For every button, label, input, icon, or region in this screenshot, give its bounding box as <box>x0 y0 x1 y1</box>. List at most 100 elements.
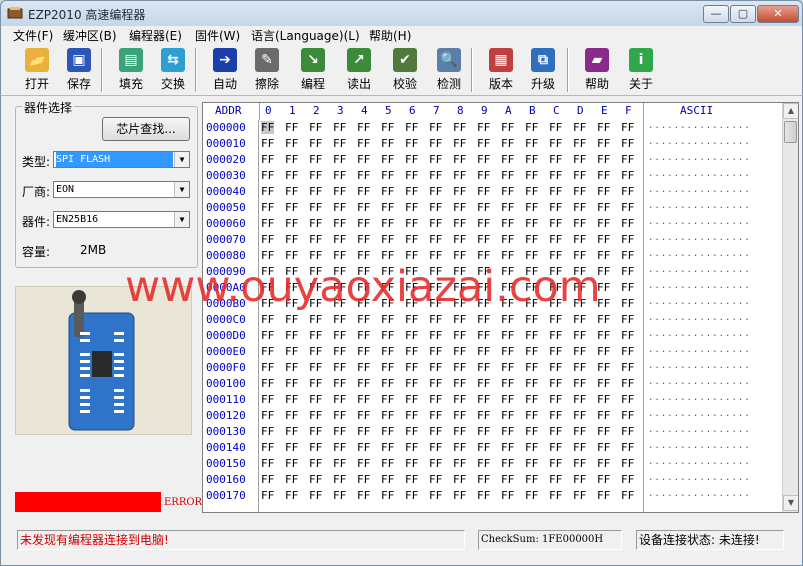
hex-byte[interactable]: FF <box>549 345 562 358</box>
menu-programmer[interactable]: 编程器(E) <box>127 27 184 44</box>
hex-byte[interactable]: FF <box>597 265 610 278</box>
hex-byte[interactable]: FF <box>357 361 370 374</box>
ascii-text[interactable]: ................ <box>648 137 751 147</box>
hex-byte[interactable]: FF <box>501 249 514 262</box>
hex-byte[interactable]: FF <box>549 329 562 342</box>
hex-byte[interactable]: FF <box>381 185 394 198</box>
hex-byte[interactable]: FF <box>453 329 466 342</box>
hex-byte[interactable]: FF <box>357 473 370 486</box>
toolbar-button-swap[interactable]: ⇆ 交换 <box>153 46 193 94</box>
hex-byte[interactable]: FF <box>549 457 562 470</box>
hex-byte[interactable]: FF <box>405 393 418 406</box>
hex-byte[interactable]: FF <box>501 345 514 358</box>
hex-byte[interactable]: FF <box>405 169 418 182</box>
hex-byte[interactable]: FF <box>501 489 514 502</box>
hex-byte[interactable]: FF <box>453 201 466 214</box>
hex-byte[interactable]: FF <box>405 377 418 390</box>
hex-byte[interactable]: FF <box>453 281 466 294</box>
hex-byte[interactable]: FF <box>309 265 322 278</box>
hex-byte[interactable]: FF <box>381 473 394 486</box>
hex-byte[interactable]: FF <box>309 457 322 470</box>
hex-byte[interactable]: FF <box>429 233 442 246</box>
ascii-text[interactable]: ................ <box>648 249 751 259</box>
hex-byte[interactable]: FF <box>453 233 466 246</box>
hex-byte[interactable]: FF <box>429 153 442 166</box>
hex-byte[interactable]: FF <box>429 361 442 374</box>
hex-byte[interactable]: FF <box>429 217 442 230</box>
hex-byte[interactable]: FF <box>381 281 394 294</box>
hex-byte[interactable]: FF <box>573 121 586 134</box>
hex-byte[interactable]: FF <box>573 137 586 150</box>
hex-byte[interactable]: FF <box>525 473 538 486</box>
hex-byte[interactable]: FF <box>525 121 538 134</box>
hex-byte[interactable]: FF <box>309 137 322 150</box>
hex-byte[interactable]: FF <box>477 457 490 470</box>
hex-byte[interactable]: FF <box>621 425 634 438</box>
hex-byte[interactable]: FF <box>501 441 514 454</box>
ascii-text[interactable]: ................ <box>648 489 751 499</box>
hex-byte[interactable]: FF <box>285 393 298 406</box>
hex-byte[interactable]: FF <box>501 185 514 198</box>
hex-byte[interactable]: FF <box>333 473 346 486</box>
hex-byte[interactable]: FF <box>429 201 442 214</box>
hex-byte[interactable]: FF <box>309 489 322 502</box>
hex-byte[interactable]: FF <box>621 281 634 294</box>
hex-byte[interactable]: FF <box>621 233 634 246</box>
hex-byte[interactable]: FF <box>357 169 370 182</box>
hex-byte[interactable]: FF <box>621 473 634 486</box>
hex-byte[interactable]: FF <box>573 345 586 358</box>
hex-byte[interactable]: FF <box>309 153 322 166</box>
hex-byte[interactable]: FF <box>285 217 298 230</box>
menu-file[interactable]: 文件(F) <box>11 27 55 44</box>
hex-byte[interactable]: FF <box>573 313 586 326</box>
hex-byte[interactable]: FF <box>477 249 490 262</box>
hex-byte[interactable]: FF <box>357 121 370 134</box>
hex-byte[interactable]: FF <box>381 329 394 342</box>
hex-byte[interactable]: FF <box>501 393 514 406</box>
hex-byte[interactable]: FF <box>261 249 274 262</box>
hex-byte[interactable]: FF <box>621 297 634 310</box>
hex-byte[interactable]: FF <box>453 473 466 486</box>
hex-byte[interactable]: FF <box>453 265 466 278</box>
hex-byte[interactable]: FF <box>381 169 394 182</box>
hex-byte[interactable]: FF <box>525 153 538 166</box>
hex-byte[interactable]: FF <box>453 313 466 326</box>
hex-byte[interactable]: FF <box>501 281 514 294</box>
hex-byte[interactable]: FF <box>477 313 490 326</box>
hex-byte[interactable]: FF <box>573 329 586 342</box>
hex-byte[interactable]: FF <box>405 329 418 342</box>
hex-byte[interactable]: FF <box>309 281 322 294</box>
hex-byte[interactable]: FF <box>621 169 634 182</box>
hex-byte[interactable]: FF <box>261 425 274 438</box>
hex-byte[interactable]: FF <box>357 409 370 422</box>
hex-byte[interactable]: FF <box>525 297 538 310</box>
hex-byte[interactable]: FF <box>525 217 538 230</box>
chevron-down-icon[interactable]: ▼ <box>174 212 189 227</box>
scroll-down-button[interactable]: ▼ <box>783 495 798 511</box>
hex-byte[interactable]: FF <box>405 137 418 150</box>
hex-byte[interactable]: FF <box>429 489 442 502</box>
ascii-text[interactable]: ................ <box>648 345 751 355</box>
hex-byte[interactable]: FF <box>501 121 514 134</box>
hex-byte[interactable]: FF <box>261 233 274 246</box>
ascii-text[interactable]: ................ <box>648 473 751 483</box>
hex-byte[interactable]: FF <box>453 169 466 182</box>
hex-byte[interactable]: FF <box>405 313 418 326</box>
hex-byte[interactable]: FF <box>261 297 274 310</box>
hex-byte[interactable]: FF <box>309 425 322 438</box>
scroll-up-button[interactable]: ▲ <box>783 103 798 119</box>
hex-byte[interactable]: FF <box>573 441 586 454</box>
hex-byte[interactable]: FF <box>405 441 418 454</box>
menu-firmware[interactable]: 固件(W) <box>193 27 242 44</box>
hex-byte[interactable]: FF <box>621 121 634 134</box>
hex-byte[interactable]: FF <box>477 201 490 214</box>
hex-byte[interactable]: FF <box>477 233 490 246</box>
hex-byte[interactable]: FF <box>285 345 298 358</box>
hex-byte[interactable]: FF <box>357 393 370 406</box>
hex-byte[interactable]: FF <box>429 121 442 134</box>
hex-byte[interactable]: FF <box>357 441 370 454</box>
hex-byte[interactable]: FF <box>261 313 274 326</box>
hex-byte[interactable]: FF <box>477 185 490 198</box>
hex-byte[interactable]: FF <box>525 249 538 262</box>
hex-byte[interactable]: FF <box>285 425 298 438</box>
